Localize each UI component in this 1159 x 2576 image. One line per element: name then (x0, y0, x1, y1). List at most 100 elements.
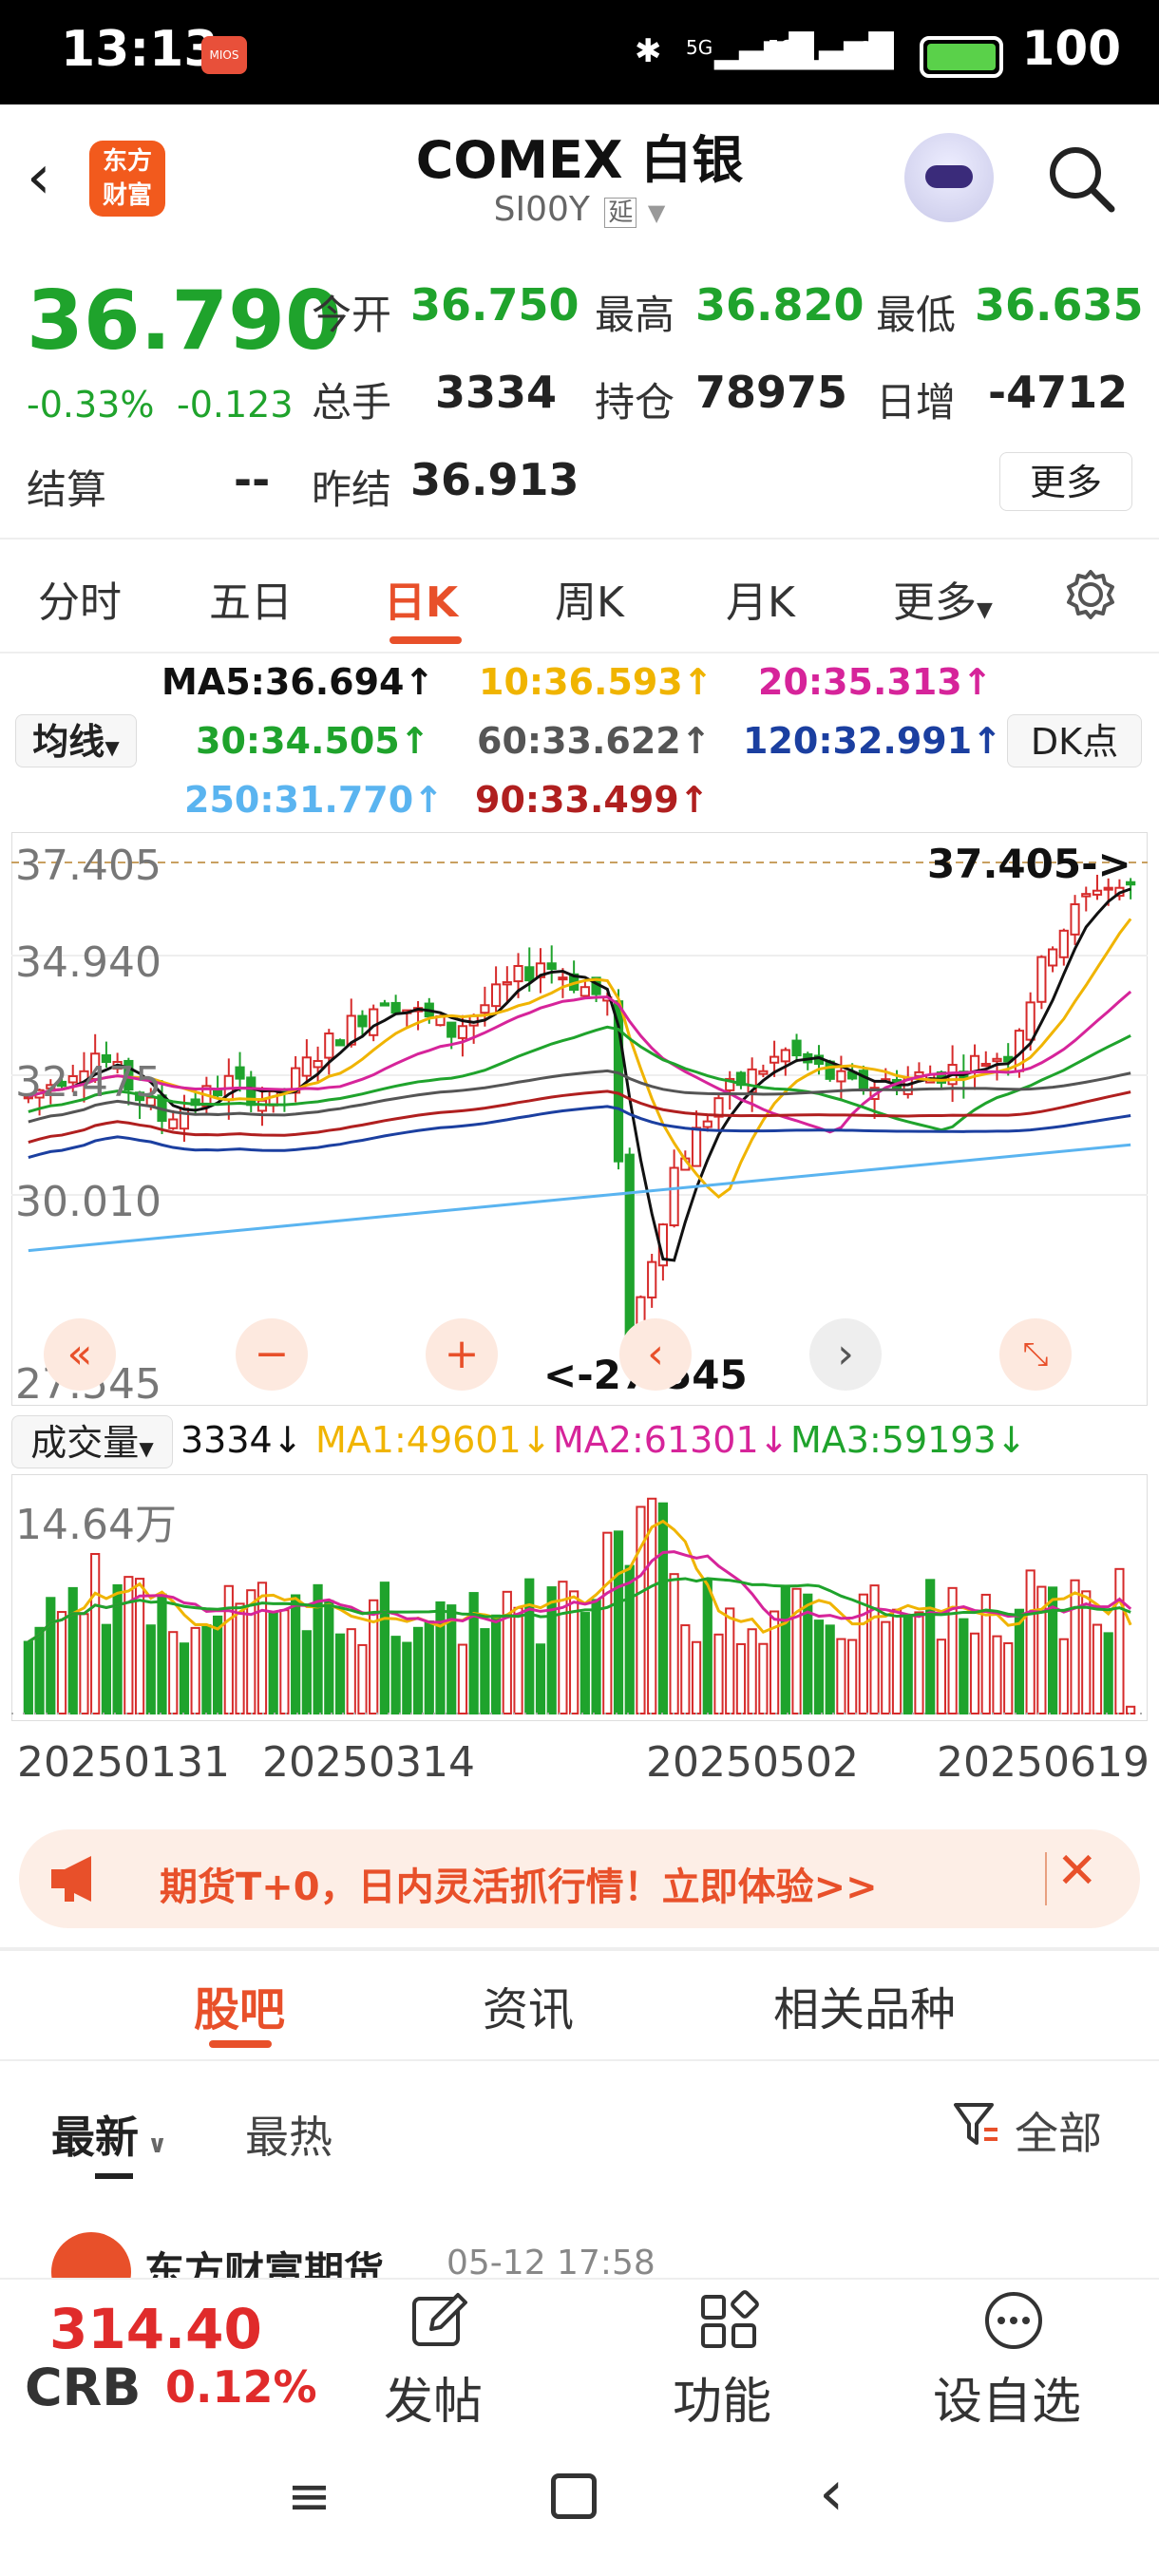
date-label: 20250314 (262, 1738, 475, 1787)
candle-body (780, 1049, 790, 1063)
tab-intraday[interactable]: 分时 (38, 568, 122, 629)
candle-body (580, 986, 590, 997)
volume-bar (725, 1607, 735, 1714)
indicator-selector-label: 成交量 (30, 1422, 140, 1464)
dropdown-icon: ▼ (977, 598, 993, 622)
volume-bar (669, 1573, 679, 1714)
active-tab-indicator (390, 636, 462, 644)
date-label: 20250619 (937, 1738, 1150, 1787)
candle-body (246, 1076, 256, 1107)
volume-bar (992, 1635, 1002, 1714)
tab-daily-k[interactable]: 日K (384, 568, 458, 629)
close-icon[interactable]: ✕ (1056, 1843, 1098, 1900)
open-interest-label: 持仓 (595, 379, 675, 426)
indicator-selector-button[interactable]: 成交量▼ (11, 1415, 173, 1468)
volume-bar (457, 1643, 468, 1714)
tab-news[interactable]: 资讯 (483, 1972, 574, 2038)
volume-bar (702, 1578, 712, 1714)
candle-body (1081, 893, 1092, 898)
scroll-left-icon[interactable]: ‹ (619, 1318, 692, 1391)
candle-body (1047, 948, 1058, 967)
assistant-robot-icon[interactable] (904, 133, 994, 222)
volume-ma1: MA1:49601↓ (315, 1419, 552, 1461)
ma-selector-button[interactable]: 均线▼ (15, 714, 137, 767)
volume-bar (1126, 1705, 1136, 1715)
candle-body (212, 1089, 223, 1097)
candle-body (691, 1127, 702, 1167)
divider (0, 538, 1159, 540)
volume-bar (936, 1638, 947, 1714)
status-bar: 13:13 MIOS ✱ 5G ▂▄▆█ 5G ▂▄▆█ ◠ 100 (0, 0, 1159, 104)
zoom-in-icon[interactable]: + (426, 1318, 498, 1391)
candle-body (513, 964, 523, 983)
volume-bar (624, 1564, 635, 1714)
volume-bar (1114, 1567, 1125, 1714)
menu-icon[interactable]: ≡ (287, 2466, 332, 2528)
search-icon[interactable] (1043, 141, 1119, 217)
filter-all[interactable]: 全部 (1015, 2099, 1102, 2162)
more-dots-icon[interactable] (982, 2289, 1045, 2352)
volume-bar (959, 1618, 969, 1715)
volume-bar (157, 1593, 167, 1714)
scroll-left-fast-icon[interactable]: « (44, 1318, 116, 1391)
ma60-value: 60:33.622↑ (477, 720, 712, 762)
more-quote-button[interactable]: 更多 (999, 452, 1132, 511)
candle-body (457, 1025, 468, 1039)
volume-bar (1103, 1632, 1113, 1715)
volume-bar (680, 1624, 691, 1714)
high-marker: 37.405-> (927, 841, 1131, 887)
volume-bar (124, 1576, 134, 1714)
candle-body (546, 962, 557, 971)
promo-text[interactable]: 期货T+0，日内灵活抓行情！立即体验>> (160, 1856, 878, 1911)
app-notification-icon: MIOS (201, 36, 247, 74)
volume-bar (412, 1626, 424, 1714)
zoom-out-icon[interactable]: − (236, 1318, 308, 1391)
volume-label: 总手 (312, 379, 392, 426)
volume-bar (67, 1586, 78, 1714)
scroll-right-icon[interactable]: › (809, 1318, 882, 1391)
change-percent: -0.33% (27, 384, 155, 426)
prev-settle-label: 昨结 (312, 466, 392, 513)
functions-grid-icon[interactable] (697, 2289, 760, 2352)
volume-current: 3334↓ (180, 1419, 303, 1461)
candle-body (1025, 1001, 1036, 1041)
dk-point-button[interactable]: DK点 (1007, 714, 1142, 767)
tab-five-day[interactable]: 五日 (209, 568, 293, 629)
candlestick-chart[interactable]: 37.405 34.940 32.475 30.010 27.545 37.40… (11, 832, 1148, 1406)
tab-monthly-k[interactable]: 月K (726, 568, 795, 629)
date-label: 20250502 (646, 1738, 859, 1787)
volume-chart[interactable]: 14.64万 (11, 1474, 1148, 1721)
tab-weekly-k[interactable]: 周K (555, 568, 624, 629)
crb-index-value[interactable]: 314.40 (49, 2297, 262, 2361)
volume-bar (235, 1602, 245, 1714)
volume-bar (246, 1589, 256, 1715)
volume-bar (569, 1590, 580, 1714)
open-interest-value: 78975 (695, 367, 848, 418)
volume-bar (925, 1579, 936, 1714)
tab-forum[interactable]: 股吧 (194, 1972, 285, 2038)
volume-bar (825, 1624, 835, 1714)
filter-latest[interactable]: 最新 ∨ (51, 2103, 167, 2166)
volume-bar (145, 1624, 156, 1714)
candle-body (1103, 886, 1113, 891)
filter-latest-label: 最新 (51, 2112, 139, 2163)
volume-bar (468, 1592, 479, 1714)
candle-body (324, 1032, 334, 1059)
filter-icon[interactable] (950, 2097, 1003, 2150)
candle-body (480, 1004, 490, 1014)
tab-related[interactable]: 相关品种 (773, 1972, 956, 2038)
home-icon[interactable] (551, 2473, 597, 2519)
volume-bar (914, 1611, 924, 1715)
volume-bar (813, 1619, 825, 1714)
volume-bar (301, 1630, 312, 1714)
edit-post-icon[interactable] (408, 2289, 471, 2352)
settings-gear-icon[interactable] (1062, 566, 1119, 623)
tab-more[interactable]: 更多▼ (893, 568, 993, 629)
back-nav-icon[interactable]: ‹ (819, 2456, 844, 2529)
delay-badge: 延 (604, 198, 637, 228)
fullscreen-icon[interactable]: ⤡ (999, 1318, 1072, 1391)
volume-bar (881, 1620, 891, 1715)
filter-hot[interactable]: 最热 (245, 2103, 332, 2166)
volume-bar (657, 1502, 669, 1714)
open-value: 36.750 (410, 279, 580, 331)
